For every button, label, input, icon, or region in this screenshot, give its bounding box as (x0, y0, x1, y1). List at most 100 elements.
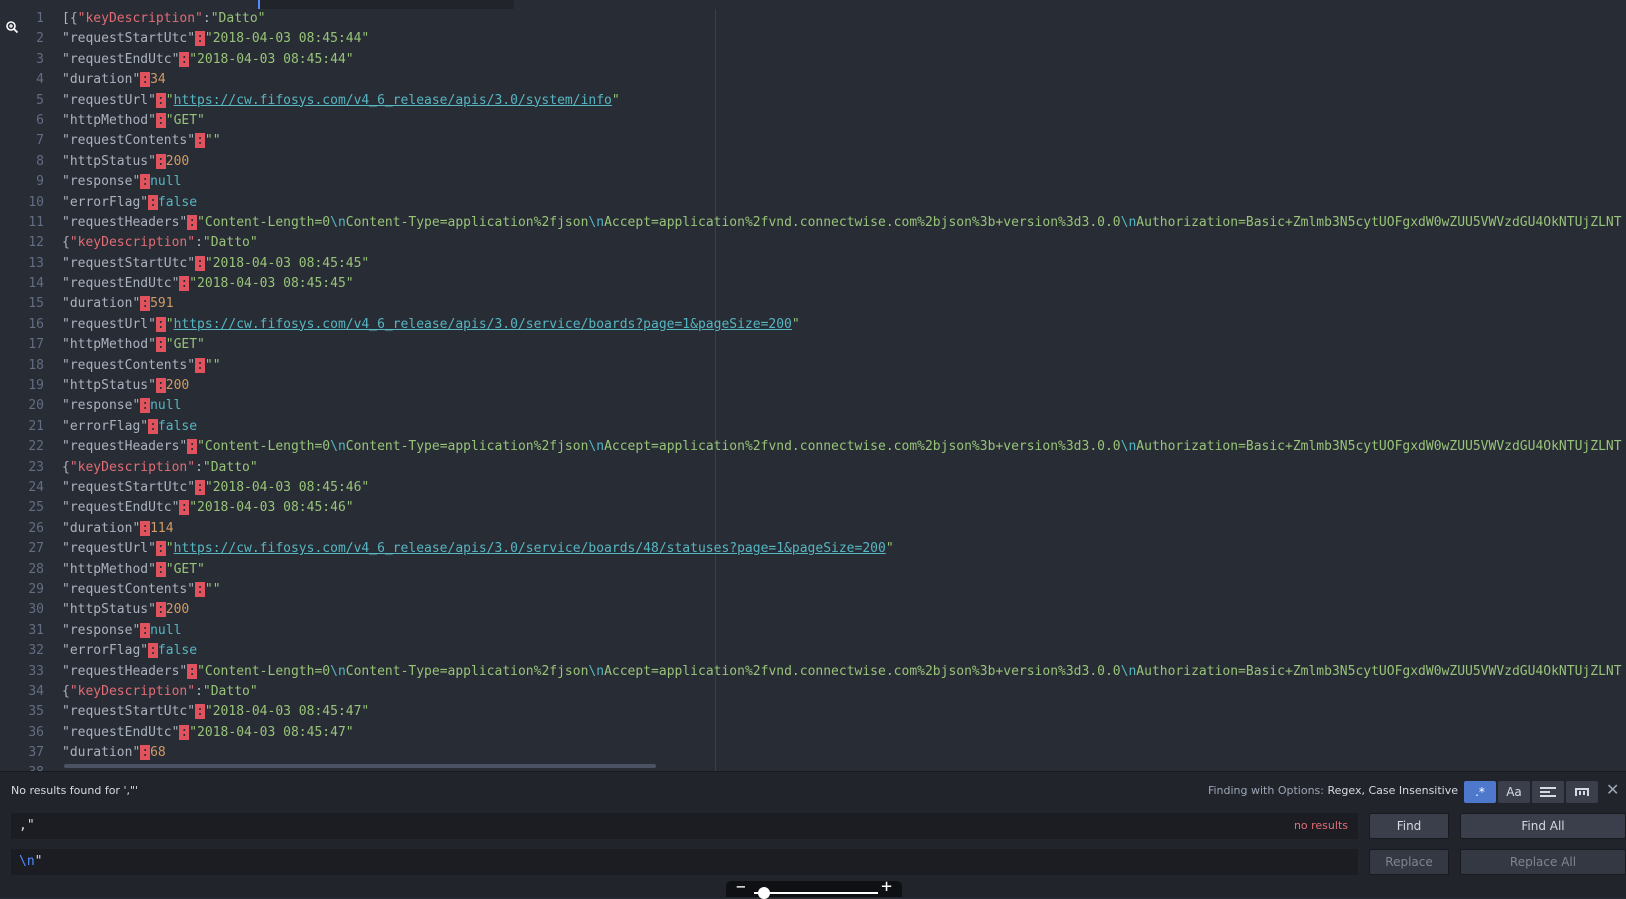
code-line[interactable]: 35 "requestStartUtc":"2018-04-03 08:45:47… (0, 702, 1626, 722)
code-line[interactable]: 2 "requestStartUtc":"2018-04-03 08:45:44" (0, 29, 1626, 49)
text-editor[interactable]: 1 [{"keyDescription":"Datto" 2 "requestStar… (0, 9, 1626, 771)
line-number[interactable]: 25 (0, 498, 62, 518)
url-link[interactable]: https://cw.fifosys.com/v4_6_release/apis… (174, 93, 612, 108)
line-number[interactable]: 9 (0, 172, 62, 192)
line-number[interactable]: 5 (0, 91, 62, 111)
line-number[interactable]: 3 (0, 50, 62, 70)
code-line[interactable]: 18 "requestContents":"" (0, 356, 1626, 376)
line-number[interactable]: 32 (0, 641, 62, 661)
code-token: " (165, 316, 174, 332)
code-line[interactable]: 36 "requestEndUtc":"2018-04-03 08:45:47" (0, 723, 1626, 743)
code-line[interactable]: 11 "requestHeaders":"Content-Length=0\nCo… (0, 213, 1626, 233)
line-number[interactable]: 12 (0, 233, 62, 253)
code-line[interactable]: 24 "requestStartUtc":"2018-04-03 08:45:46… (0, 478, 1626, 498)
line-number[interactable]: 34 (0, 682, 62, 702)
code-line[interactable]: 17 "httpMethod":"GET" (0, 335, 1626, 355)
code-line[interactable]: 1 [{"keyDescription":"Datto" (0, 9, 1626, 29)
code-line[interactable]: 9 "response":null (0, 172, 1626, 192)
code-line[interactable]: 37 "duration":68 (0, 743, 1626, 763)
close-icon[interactable]: ✕ (1606, 780, 1619, 799)
url-link[interactable]: https://cw.fifosys.com/v4_6_release/apis… (174, 317, 792, 332)
zoom-slider-track[interactable] (754, 892, 878, 894)
code-line[interactable]: 13 "requestStartUtc":"2018-04-03 08:45:45… (0, 254, 1626, 274)
line-number[interactable]: 22 (0, 437, 62, 457)
line-number[interactable]: 35 (0, 702, 62, 722)
code-line[interactable]: 31 "response":null (0, 621, 1626, 641)
case-sensitive-toggle-button[interactable]: Aa (1498, 781, 1530, 803)
code-line[interactable]: 30 "httpStatus":200 (0, 600, 1626, 620)
line-number[interactable]: 27 (0, 539, 62, 559)
code-line[interactable]: 14 "requestEndUtc":"2018-04-03 08:45:45" (0, 274, 1626, 294)
line-number[interactable]: 28 (0, 560, 62, 580)
line-number[interactable]: 38 (0, 763, 62, 771)
line-number[interactable]: 13 (0, 254, 62, 274)
code-line[interactable]: 8 "httpStatus":200 (0, 152, 1626, 172)
line-number[interactable]: 37 (0, 743, 62, 763)
find-button[interactable]: Find (1369, 813, 1449, 839)
code-line[interactable]: 34 {"keyDescription":"Datto" (0, 682, 1626, 702)
zoom-out-icon[interactable]: − (736, 877, 746, 896)
code-line[interactable]: 25 "requestEndUtc":"2018-04-03 08:45:46" (0, 498, 1626, 518)
code-line[interactable]: 19 "httpStatus":200 (0, 376, 1626, 396)
code-line[interactable]: 29 "requestContents":"" (0, 580, 1626, 600)
line-number[interactable]: 14 (0, 274, 62, 294)
line-number[interactable]: 16 (0, 315, 62, 335)
line-number[interactable]: 23 (0, 458, 62, 478)
line-number[interactable]: 6 (0, 111, 62, 131)
line-number[interactable]: 31 (0, 621, 62, 641)
code-line[interactable]: 21 "errorFlag":false (0, 417, 1626, 437)
code-line[interactable]: 6 "httpMethod":"GET" (0, 111, 1626, 131)
code-line[interactable]: 12 {"keyDescription":"Datto" (0, 233, 1626, 253)
line-number[interactable]: 15 (0, 294, 62, 314)
zoom-slider-handle[interactable] (758, 887, 770, 899)
line-number[interactable]: 10 (0, 193, 62, 213)
whole-word-toggle-button[interactable] (1566, 781, 1598, 803)
code-line[interactable]: 33 "requestHeaders":"Content-Length=0\nCo… (0, 662, 1626, 682)
line-number[interactable]: 29 (0, 580, 62, 600)
code-line[interactable]: 26 "duration":114 (0, 519, 1626, 539)
code-line[interactable]: 10 "errorFlag":false (0, 193, 1626, 213)
line-number[interactable]: 4 (0, 70, 62, 90)
highlighted-colon: : (195, 133, 205, 149)
code-line[interactable]: 32 "errorFlag":false (0, 641, 1626, 661)
code-token: 200 (165, 378, 190, 394)
code-line[interactable]: 16 "requestUrl":"https://cw.fifosys.com/v… (0, 315, 1626, 335)
line-number[interactable]: 24 (0, 478, 62, 498)
highlighted-colon: : (140, 745, 151, 761)
in-selection-toggle-button[interactable] (1532, 781, 1564, 803)
active-tab[interactable] (0, 0, 258, 9)
code-line[interactable]: 28 "httpMethod":"GET" (0, 560, 1626, 580)
line-number[interactable]: 26 (0, 519, 62, 539)
line-number[interactable]: 30 (0, 600, 62, 620)
horizontal-scrollbar[interactable] (64, 764, 656, 768)
code-line[interactable]: 20 "response":null (0, 396, 1626, 416)
line-number[interactable]: 21 (0, 417, 62, 437)
replace-button[interactable]: Replace (1369, 849, 1449, 875)
line-number[interactable]: 33 (0, 662, 62, 682)
url-link[interactable]: https://cw.fifosys.com/v4_6_release/apis… (174, 541, 886, 556)
find-input[interactable]: ," no results (11, 813, 1358, 839)
editor-lines[interactable]: 1 [{"keyDescription":"Datto" 2 "requestStar… (0, 9, 1626, 771)
code-line[interactable]: 22 "requestHeaders":"Content-Length=0\nCo… (0, 437, 1626, 457)
code-line[interactable]: 3 "requestEndUtc":"2018-04-03 08:45:44" (0, 50, 1626, 70)
zoom-in-icon[interactable]: + (881, 876, 892, 897)
line-number[interactable]: 19 (0, 376, 62, 396)
line-number[interactable]: 20 (0, 396, 62, 416)
find-all-button[interactable]: Find All (1460, 813, 1626, 839)
code-line[interactable]: 23 {"keyDescription":"Datto" (0, 458, 1626, 478)
code-line[interactable]: 7 "requestContents":"" (0, 131, 1626, 151)
code-line[interactable]: 27 "requestUrl":"https://cw.fifosys.com/v… (0, 539, 1626, 559)
replace-input[interactable]: \n" (11, 849, 1358, 875)
line-number[interactable]: 7 (0, 131, 62, 151)
line-number[interactable]: 8 (0, 152, 62, 172)
line-number[interactable]: 17 (0, 335, 62, 355)
code-line[interactable]: 4 "duration":34 (0, 70, 1626, 90)
line-number[interactable]: 18 (0, 356, 62, 376)
line-number[interactable]: 36 (0, 723, 62, 743)
code-line[interactable]: 15 "duration":591 (0, 294, 1626, 314)
regex-toggle-button[interactable]: .* (1464, 781, 1496, 803)
line-number[interactable]: 11 (0, 213, 62, 233)
code-line[interactable]: 5 "requestUrl":"https://cw.fifosys.com/v4… (0, 91, 1626, 111)
highlighted-colon: : (140, 72, 151, 88)
replace-all-button[interactable]: Replace All (1460, 849, 1626, 875)
